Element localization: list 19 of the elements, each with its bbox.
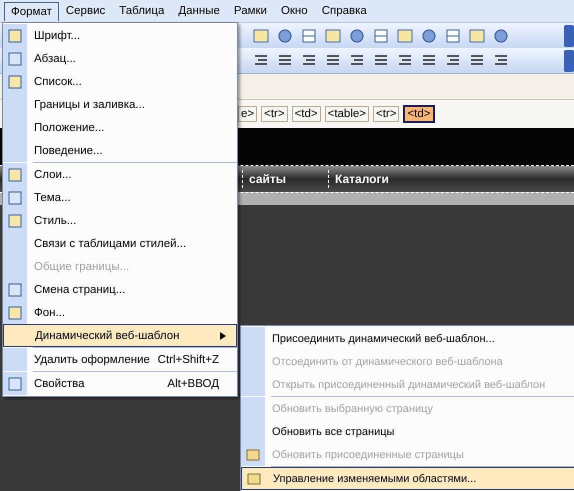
menu-bar-item[interactable]: Справка [314, 1, 374, 21]
tag-button[interactable]: <td> [403, 105, 434, 123]
tag-button[interactable]: <td> [292, 106, 321, 122]
menu-item[interactable]: Управление изменяемыми областями... [241, 467, 574, 490]
toolbar-options-button[interactable] [564, 50, 574, 72]
nav-link[interactable]: сайты [242, 170, 292, 188]
menu-item[interactable]: Динамический веб-шаблон [3, 324, 237, 347]
menu-bar-item[interactable]: Таблица [112, 1, 172, 21]
tag-button[interactable]: <tr> [373, 106, 400, 122]
nav-link[interactable]: Каталоги [328, 170, 395, 188]
menu-bar-item[interactable]: Сервис [58, 1, 112, 21]
toolbar-options-button[interactable] [564, 24, 574, 46]
menu-bar-item[interactable]: Формат [4, 2, 59, 20]
menu-bar-item[interactable]: Рамки [226, 1, 274, 21]
tag-button[interactable]: <tr> [261, 106, 288, 122]
menu-bar-item[interactable]: Окно [274, 1, 315, 21]
tag-button[interactable]: <table> [324, 106, 369, 122]
tag-button[interactable]: e> [238, 106, 258, 122]
menu-bar-item[interactable]: Данные [171, 1, 227, 21]
